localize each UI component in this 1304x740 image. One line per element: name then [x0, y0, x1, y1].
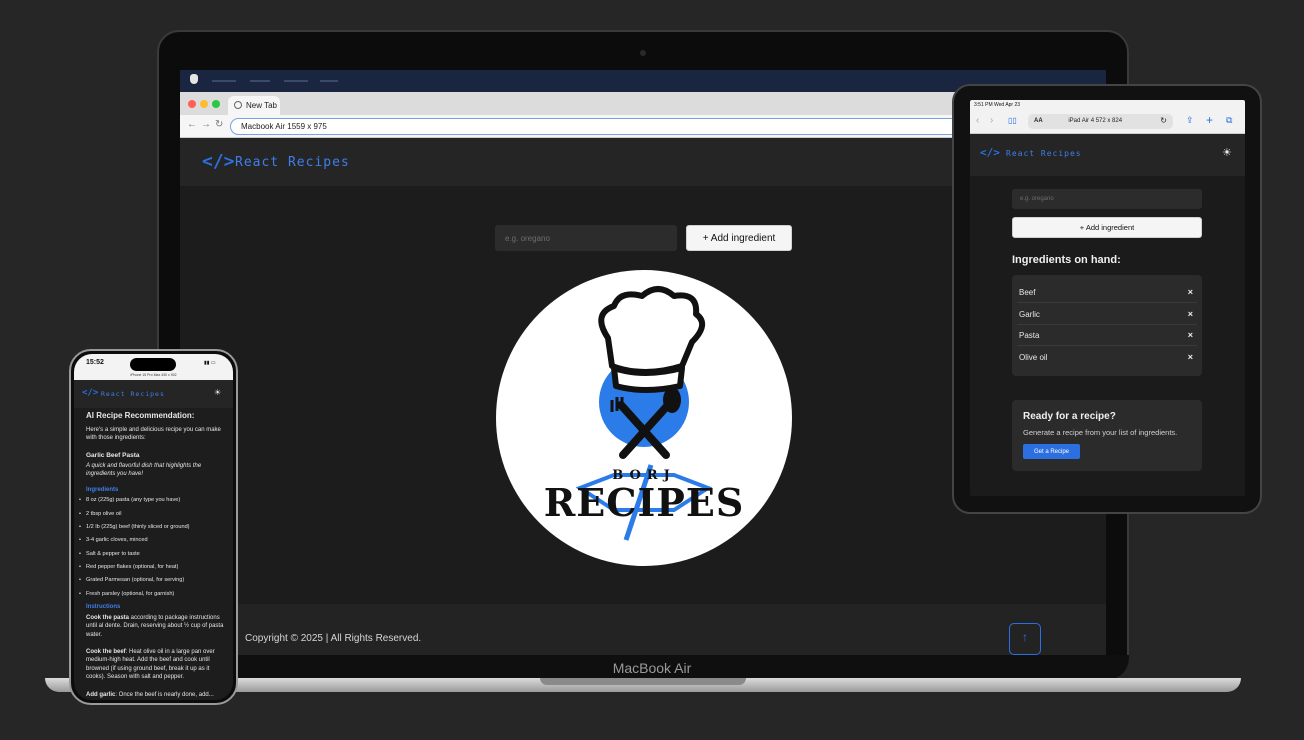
ipad-status-time: 3:51 PM Wed Apr 23: [974, 102, 1021, 108]
dynamic-island: [130, 358, 176, 371]
site-header: </> React Recipes ☀: [970, 134, 1245, 176]
list-item: Salt & pepper to taste: [79, 551, 140, 557]
reload-icon[interactable]: ↻: [1160, 116, 1167, 125]
ingredient-item: Pasta ×: [1017, 325, 1197, 346]
ready-card: Ready for a recipe? Generate a recipe fr…: [1012, 400, 1202, 471]
ingredient-list: Beef × Garlic × Pasta × Olive oil ×: [1012, 275, 1202, 376]
apple-icon: [190, 74, 198, 84]
site-footer: Copyright © 2025 | All Rights Reserved. …: [180, 604, 1106, 655]
ready-title: Ready for a recipe?: [1023, 411, 1116, 422]
iphone-screen: 15:52 ▮▮ ▭ iPhone 15 Pro Max 430 x 932 <…: [74, 354, 233, 700]
forward-icon[interactable]: →: [201, 119, 211, 130]
macbook-base-notch: [540, 678, 746, 685]
list-item: 2 tbsp olive oil: [79, 511, 122, 517]
react-recipes-logo-icon[interactable]: </>: [202, 151, 235, 172]
step-title: Cook the beef: [86, 649, 126, 655]
back-icon[interactable]: ←: [187, 119, 197, 130]
ingredient-input[interactable]: [1012, 189, 1202, 209]
ingredient-name: Olive oil: [1019, 353, 1048, 362]
ingredient-item: Beef ×: [1017, 282, 1197, 303]
recipe-output: AI Recipe Recommendation: Here's a simpl…: [74, 408, 233, 700]
text-size-label[interactable]: AA: [1034, 118, 1043, 124]
react-recipes-logo-icon[interactable]: </>: [82, 388, 98, 398]
scroll-to-top-button[interactable]: ↑: [1009, 623, 1041, 655]
menubar-item[interactable]: [320, 80, 338, 82]
logo-word: RECIPES: [543, 480, 745, 525]
ingredient-name: Beef: [1019, 288, 1036, 297]
ipad-url-text: iPad Air 4 572 x 824: [1068, 118, 1123, 124]
list-item: 8 oz (225g) pasta (any type you have): [79, 497, 180, 503]
add-ingredient-button[interactable]: + Add ingredient: [1012, 217, 1202, 238]
menubar-item[interactable]: [284, 80, 308, 82]
battery-icon: ▮▮ ▭: [204, 360, 216, 366]
share-icon[interactable]: ⇪: [1186, 115, 1194, 126]
remove-icon[interactable]: ×: [1188, 287, 1193, 297]
back-icon[interactable]: ‹: [976, 115, 979, 126]
ipad-screen: 3:51 PM Wed Apr 23 ‹ › ▯▯ AA iPad Air 4 …: [970, 100, 1245, 496]
ingredient-name: Pasta: [1019, 331, 1040, 340]
site-header: </> React Recipes ☀: [74, 380, 233, 408]
remove-icon[interactable]: ×: [1188, 330, 1193, 340]
brand-name[interactable]: React Recipes: [235, 155, 350, 170]
ingredients-heading: Ingredients: [86, 487, 119, 493]
borj-recipes-logo: BORJ RECIPES: [496, 270, 792, 566]
new-tab-icon[interactable]: +: [1206, 113, 1213, 127]
ingredient-name: Garlic: [1019, 310, 1040, 319]
ingredient-item: Garlic ×: [1017, 304, 1197, 325]
menubar-item[interactable]: [212, 80, 236, 82]
step-title: Add garlic: [86, 692, 116, 698]
brand-name[interactable]: React Recipes: [1006, 149, 1082, 158]
list-item: Grated Parmesan (optional, for serving): [79, 577, 184, 583]
step-title: Cook the pasta: [86, 615, 130, 621]
recipe-name: Garlic Beef Pasta: [86, 452, 140, 459]
step-text: : Once the beef is nearly done, add...: [115, 692, 214, 698]
list-item: 3-4 garlic cloves, minced: [79, 537, 148, 543]
brand-name[interactable]: React Recipes: [101, 390, 165, 398]
maximize-window-icon[interactable]: [212, 100, 220, 108]
ipad-status-bar: 3:51 PM Wed Apr 23: [970, 100, 1245, 110]
iphone-url-text: iPhone 15 Pro Max 430 x 932: [130, 373, 177, 377]
bookmarks-icon[interactable]: ▯▯: [1008, 116, 1017, 125]
ipad-address-bar[interactable]: AA iPad Air 4 572 x 824 ↻: [1028, 114, 1173, 129]
list-item: Fresh parsley (optional, for garnish): [79, 591, 174, 597]
tabs-icon[interactable]: ⧉: [1226, 115, 1232, 126]
ready-subtitle: Generate a recipe from your list of ingr…: [1023, 428, 1178, 437]
browser-tab[interactable]: New Tab: [228, 96, 280, 115]
iphone-status-bar: 15:52 ▮▮ ▭ iPhone 15 Pro Max 430 x 932: [74, 354, 233, 380]
recipe-description: A quick and flavorful dish that highligh…: [86, 463, 202, 478]
recipe-intro: Here's a simple and delicious recipe you…: [86, 427, 221, 442]
add-ingredient-button[interactable]: + Add ingredient: [686, 225, 792, 251]
instruction-step: Add garlic: Once the beef is nearly done…: [86, 691, 226, 699]
minimize-window-icon[interactable]: [200, 100, 208, 108]
safari-toolbar: ‹ › ▯▯ AA iPad Air 4 572 x 824 ↻ ⇪ + ⧉: [970, 110, 1245, 134]
close-window-icon[interactable]: [188, 100, 196, 108]
remove-icon[interactable]: ×: [1188, 352, 1193, 362]
list-item: Red pepper flakes (optional, for heat): [79, 564, 178, 570]
ingredient-item: Olive oil ×: [1017, 347, 1197, 368]
remove-icon[interactable]: ×: [1188, 309, 1193, 319]
browser-tab-label: New Tab: [246, 101, 277, 110]
get-recipe-button[interactable]: Get a Recipe: [1023, 444, 1080, 459]
react-recipes-logo-icon[interactable]: </>: [980, 146, 1000, 159]
instruction-step: Cook the pasta according to package inst…: [86, 614, 226, 639]
forward-icon[interactable]: ›: [990, 115, 993, 126]
arrow-up-icon: ↑: [1022, 630, 1028, 644]
recipe-heading: AI Recipe Recommendation:: [86, 411, 195, 420]
macbook-camera: [640, 50, 646, 56]
ingredient-input[interactable]: [495, 225, 677, 251]
theme-toggle-icon[interactable]: ☀: [1222, 146, 1232, 159]
copyright-text: Copyright © 2025 | All Rights Reserved.: [245, 633, 422, 644]
globe-icon: [234, 101, 242, 109]
reload-icon[interactable]: ↻: [215, 119, 223, 130]
menubar-item[interactable]: [250, 80, 270, 82]
instructions-heading: Instructions: [86, 604, 121, 610]
theme-toggle-icon[interactable]: ☀: [214, 388, 221, 397]
list-item: 1/2 lb (225g) beef (thinly sliced or gro…: [79, 524, 190, 530]
instruction-step: Cook the beef: Heat olive oil in a large…: [86, 648, 226, 681]
ingredients-title: Ingredients on hand:: [1012, 254, 1121, 266]
iphone-time: 15:52: [86, 359, 104, 366]
